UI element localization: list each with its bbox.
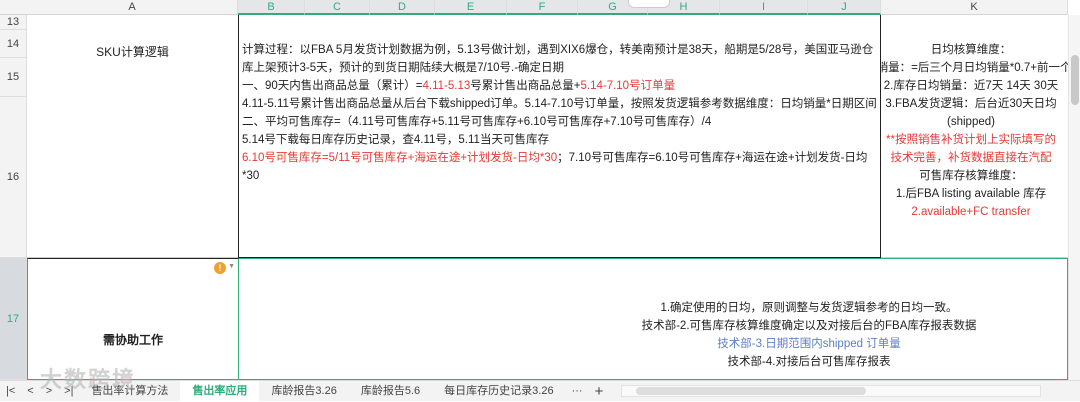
more-tabs-button[interactable]: ··· [566,385,589,397]
first-sheet-icon[interactable]: |< [0,385,21,397]
vertical-scrollbar[interactable] [1068,15,1080,380]
daily-avg-line: 2.库存日均销量：近7天 14天 30天 [883,80,1059,92]
assist-task-line: 1.确定使用的日均，原则调整与发货逻辑参考的日均一致。 [660,302,958,314]
column-header-j[interactable]: J [808,0,881,15]
warning-icon[interactable]: ! [214,262,226,274]
text-run: 4.11-5.11号累计售出商品总量从后台下载shipped订单。5.14-7.… [242,98,877,110]
daily-avg-line: (shipped) [947,116,995,128]
sheet-tab-bar: |< < > >| 售出率计算方法 售出率应用 库龄报告3.26 库龄报告5.6 每日库… [0,380,1080,402]
column-header-b[interactable]: B [238,0,305,15]
calc-process-line: 6.10号可售库存=5/11号可售库存+海运在途+计划发货-日均*30；7.10… [242,149,878,185]
daily-avg-line: 2.available+FC transfer [911,206,1031,218]
daily-avg-line: 1.周转日均销量：=后三个月日均销量*0.7+前一个月日均销量*0.3 [881,62,1068,74]
calc-process-line: 5.14号下载每日库存历史记录，查4.11号，5.11当天可售库存 [242,131,878,149]
column-header-f[interactable]: F [507,0,578,15]
prev-sheet-icon[interactable]: < [21,385,39,397]
text-run: 5.14-7.10号订单量 [580,80,676,92]
warning-dropdown-icon[interactable]: ▼ [228,263,235,270]
calc-process-line: 一、90天内售出商品总量（累计）=4.11-5.13号累计售出商品总量+5.14… [242,77,878,95]
daily-avg-line: 技术完善，补货数据直接在汽配 [890,152,1052,164]
daily-avg-line: 日均核算维度： [930,44,1012,56]
column-header-i[interactable]: I [720,0,808,15]
assist-task-line: 技术部-4.对接后台可售库存报表 [727,356,891,368]
daily-avg-line: **按照销售补货计划上实际填写的 [886,134,1056,146]
text-run: 5.14号下载每日库存历史记录，查4.11号，5.11当天可售库存 [242,134,549,146]
row-header-17[interactable]: 17 [0,258,27,380]
sheet-tab[interactable]: 每日库存历史记录3.26 [432,381,565,402]
column-header-e[interactable]: E [435,0,507,15]
column-header-bar: ABCDEFGHIJK [0,0,1068,15]
sheet-tab[interactable]: 库龄报告5.6 [349,381,432,402]
text-run: 二、平均可售库存=（4.11号可售库存+5.11号可售库存+6.10号可售库存+… [242,116,712,128]
cell-k14-merged[interactable]: 日均核算维度： 1.周转日均销量：=后三个月日均销量*0.7+前一个月日均销量*0… [881,15,1068,258]
calc-process-line: 二、平均可售库存=（4.11号可售库存+5.11号可售库存+6.10号可售库存+… [242,113,878,131]
daily-avg-line: 可售库存核算维度： [919,170,1023,182]
daily-avg-line: 3.FBA发货逻辑：后台近30天日均 [885,98,1057,110]
column-header-k[interactable]: K [881,0,1068,15]
text-run: 一、90天内售出商品总量（累计）= [242,80,423,92]
text-run: 计算过程：以FBA 5月发货计划数据为例，5.13号做计划，遇到XIX6爆仓，转… [242,44,874,74]
calc-process-line: 4.11-5.11号累计售出商品总量从后台下载shipped订单。5.14-7.… [242,95,878,113]
row-header-13[interactable]: 13 [0,15,27,30]
assist-task-line: 技术部-2.可售库存核算维度确定以及对接后台的FBA库存报表数据 [641,320,977,332]
row-header-16[interactable]: 16 [0,97,27,258]
cell-a13-16[interactable]: SKU计算逻辑 [27,15,238,258]
column-header-d[interactable]: D [370,0,435,15]
assist-task-line: 技术部-3.日期范围内shipped 订单量 [717,338,901,350]
collapse-handle[interactable] [628,0,670,8]
horizontal-scrollbar-thumb[interactable] [636,387,867,395]
sheet-tab[interactable]: 售出率应用 [180,380,260,402]
cell-b14-merged[interactable]: 计算过程：以FBA 5月发货计划数据为例，5.13号做计划，遇到XIX6爆仓，转… [238,15,881,258]
text-run: 号累计售出商品总量+ [470,80,581,92]
text-run: 6.10号可售库存=5/11号可售库存+海运在途+计划发货-日均*30 [242,152,558,164]
sku-logic-label: SKU计算逻辑 [96,45,169,59]
calc-process-line: 计算过程：以FBA 5月发货计划数据为例，5.13号做计划，遇到XIX6爆仓，转… [242,41,878,77]
row-header-14[interactable]: 14 [0,30,27,58]
column-header-a[interactable]: A [27,0,238,15]
add-sheet-button[interactable]: + [589,383,610,400]
assist-work-label: 需协助工作 [102,333,163,347]
sheet-tab[interactable]: 库龄报告3.26 [259,381,348,402]
scrollbar-thumb[interactable] [1071,55,1079,105]
column-header-c[interactable]: C [305,0,370,15]
horizontal-scrollbar[interactable] [621,385,1042,397]
daily-avg-line: 1.后FBA listing available 库存 [895,188,1047,200]
row-header-15[interactable]: 15 [0,58,27,97]
text-run: 4.11-5.13 [422,80,471,92]
cell-b17-merged[interactable]: 1.确定使用的日均，原则调整与发货逻辑参考的日均一致。技术部-2.可售库存核算维… [239,258,1068,380]
watermark: 大数跨境 [40,367,137,392]
